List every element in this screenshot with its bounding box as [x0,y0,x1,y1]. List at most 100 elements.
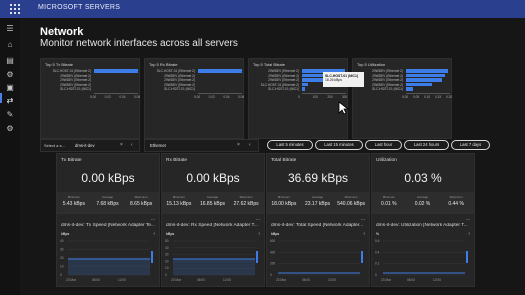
bar[interactable] [406,69,448,73]
stat-max: Maximum 0.44 % [439,195,473,207]
x-tick-label: 100 [312,95,318,99]
mouse-cursor-icon [338,101,350,115]
x-tick-label: 0.20 [446,95,453,99]
settings-icon[interactable]: ⚙ [5,70,15,80]
stat-min: Minimum 5.43 kBps [57,195,91,207]
edit-icon[interactable]: ✎ [5,110,15,120]
stat-label: Average [311,195,324,199]
x-tick-label: 12:00 [118,278,126,282]
y-tick-label: 0 [165,273,167,277]
stat-label: Minimum [382,195,395,199]
x-tick-label: 0.06 [134,95,141,99]
stat-value: 18.00 kBps [271,201,297,207]
adapter-filter[interactable]: Ethernet × ‹ [144,139,259,152]
y-tick-label: 0 [60,273,62,277]
y-tick-label: 50 [165,239,169,243]
card-title: Top 5 Utilization [357,62,386,67]
x-tick-label: 0.04 [119,95,126,99]
x-tick-label: 300 [342,95,348,99]
bar[interactable] [198,69,242,73]
top5-total-card: Top 5 Total Bitrate 29WDEV (Ethernet 2) 2… [248,58,348,139]
metric-card-rx: Rx Bitrate 0.00 kBps Minimum 15.13 kBps A… [161,153,265,213]
x-tick-label: 12:00 [328,278,336,282]
range-chip-hour[interactable]: Last hour [365,140,402,150]
settings-gear-icon[interactable]: ⚙ [5,124,15,134]
chart-tooltip: SLC-HOST-01 (NIC1) 18.26 kBps [323,72,364,87]
chevron-icon[interactable]: ‹ [131,142,133,148]
clear-icon[interactable]: × [120,142,123,148]
stat-strip: Minimum 5.43 kBps Average 7.68 kBps Maximu… [57,192,159,212]
stat-value: 23.17 kBps [304,201,330,207]
stat-value: 5.43 kBps [62,201,85,207]
x-tick-label: 0.02 [104,95,111,99]
stat-value: 27.62 kBps [233,201,259,207]
metric-value: 0.00 kBps [81,171,135,185]
clear-icon[interactable]: × [237,142,240,148]
app-title: MICROSOFT SERVERS [38,4,121,11]
bar[interactable] [406,82,433,87]
chevron-icon[interactable]: ‹ [249,142,251,148]
zoom-handle[interactable] [466,251,468,263]
x-axis-line [198,93,242,94]
metric-value: 0.03 % [404,171,442,185]
x-tick-label: 06:00 [92,278,100,282]
bar[interactable] [406,73,445,78]
range-chip-5min[interactable]: Last 5 minutes [267,140,313,150]
x-tick-label: 0.05 [413,95,420,99]
card-menu-icon[interactable]: ... [256,216,260,222]
y-tick-label: 20 [165,259,169,263]
home-icon[interactable]: ⌂ [5,40,15,50]
stat-min: Minimum 15.13 kBps [162,195,196,207]
stat-value: 16.85 kBps [199,201,225,207]
metric-value: 36.69 kBps [287,171,349,185]
y-tick-label: 200 [270,262,276,266]
x-tick-label: 23 Mar [276,278,287,282]
x-tick-label: 23 Mar [66,278,77,282]
card-menu-icon[interactable]: ... [466,216,470,222]
zoom-handle[interactable] [256,251,258,263]
stat-label: Minimum [172,195,185,199]
stat-max: Maximum 27.62 kBps [229,195,263,207]
range-chip-24h[interactable]: Last 24 hours [404,140,449,150]
stat-max: Maximum 8.65 kBps [124,195,158,207]
stat-label: Minimum [277,195,290,199]
card-menu-icon[interactable]: ... [151,216,155,222]
x-tick-label: 06:00 [302,278,310,282]
zoom-handle[interactable] [151,251,153,263]
y-tick-label: 0.2 [375,262,380,266]
server-filter[interactable]: Select a s... dms-it-dev × ‹ [40,139,140,152]
series-area [173,259,255,275]
card-menu-icon[interactable]: ... [361,216,365,222]
timeseries-title: dms-it-dev: Tx Speed [Network Adapter Te… [61,223,155,228]
bar-label: 29WDEV (Ethernet 2) [60,78,91,83]
y-tick-label: 600 [270,239,276,243]
x-tick-label: 0.10 [424,95,431,99]
stat-strip: Minimum 0.01 % Average 0.02 % Maximum 0.44 … [372,192,474,212]
active-indicator [0,93,2,103]
y-tick-label: 10 [165,266,169,270]
stat-strip: Minimum 15.13 kBps Average 16.85 kBps Maxi… [162,192,264,212]
menu-icon[interactable]: ☰ [5,24,15,34]
range-chip-7d[interactable]: Last 7 days [451,140,490,150]
bar[interactable] [406,78,443,82]
page-title: Network [40,26,84,38]
bar[interactable] [302,87,305,91]
timeseries-unit: kBps [166,232,175,236]
stat-label: Maximum [449,195,463,199]
bar[interactable] [302,82,308,87]
bar-label: 29WDEV (Ethernet 2) [268,78,299,83]
server-icon[interactable]: ▣ [5,83,15,93]
y-tick-label: 0.6 [375,239,380,243]
range-chip-15min[interactable]: Last 15 minutes [315,140,363,150]
timeseries-unit: % [376,232,380,236]
stat-avg: Average 23.17 kBps [301,195,335,207]
zoom-handle[interactable] [361,251,363,263]
network-icon[interactable]: ⇄ [5,96,15,106]
bar-label: SLC-HOST-01 (Ethernet 2) [52,69,91,73]
timeseries-card-total: ... dms-it-dev: Total Speed [Network Ada… [266,213,370,287]
bar[interactable] [94,69,138,73]
waffle-grid-icon[interactable] [10,4,20,14]
list-icon[interactable]: ▤ [5,56,15,66]
y-tick-label: 20 [60,256,64,260]
bar[interactable] [406,87,413,91]
